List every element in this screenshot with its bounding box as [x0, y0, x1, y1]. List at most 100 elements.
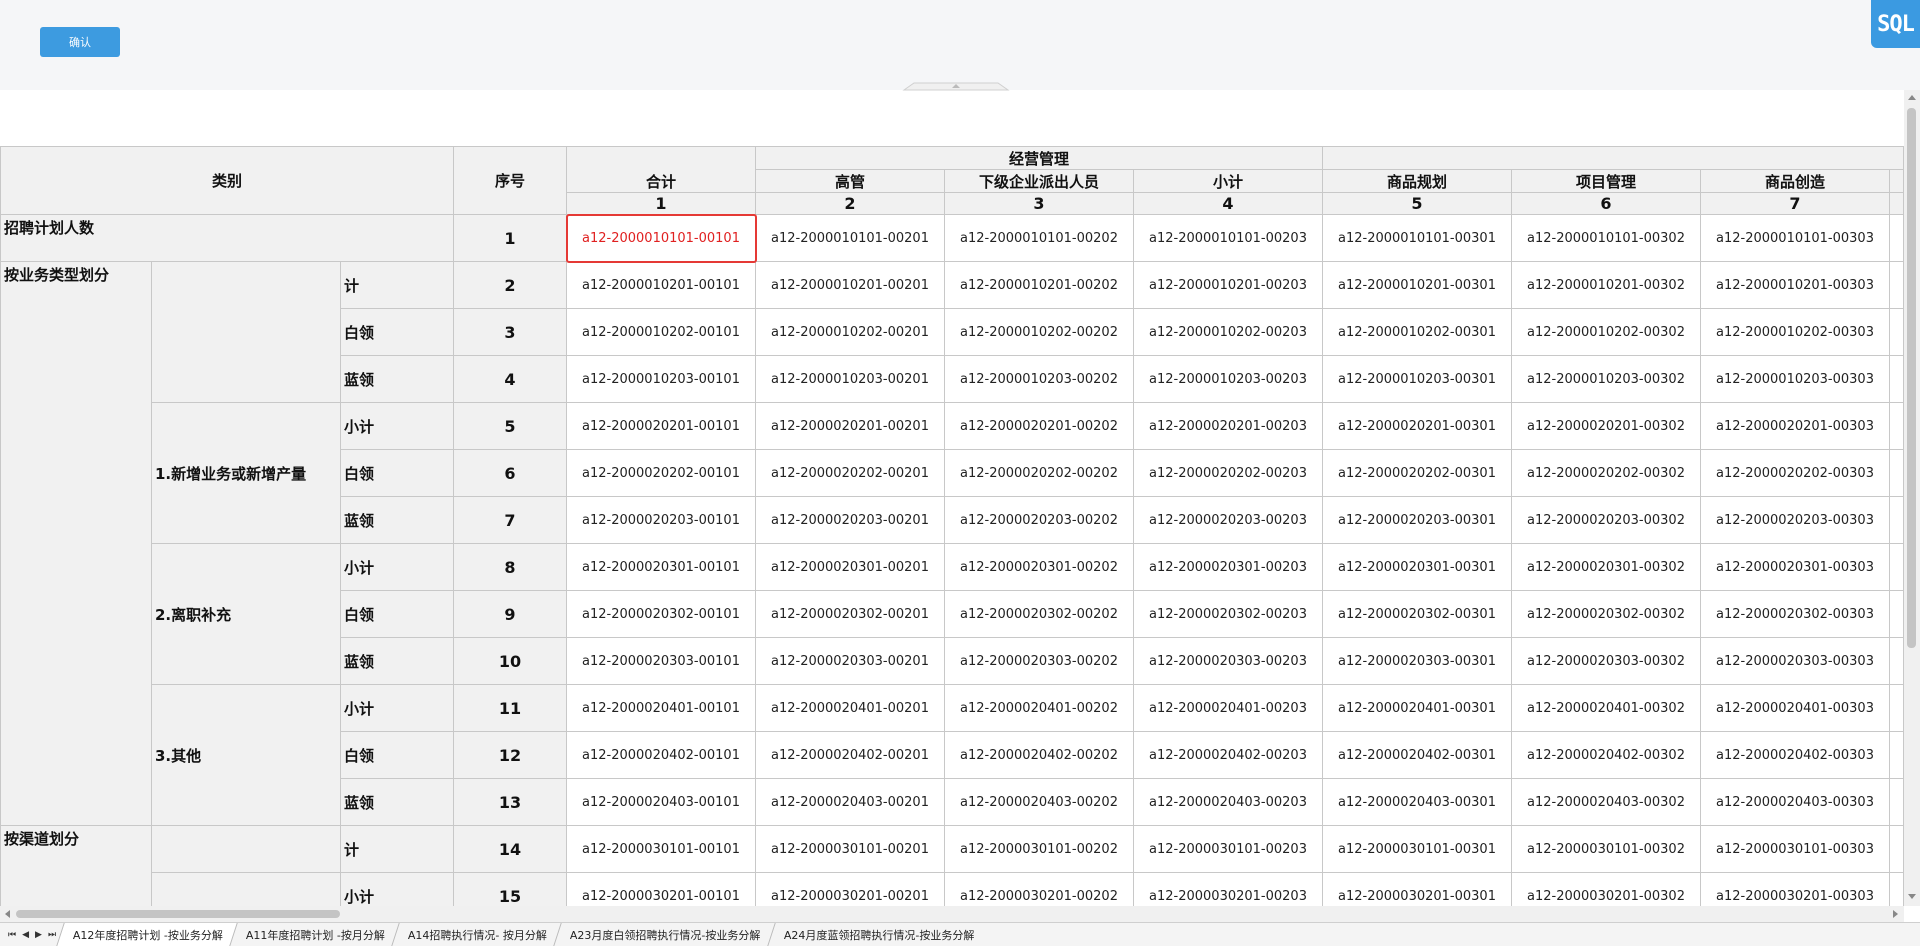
data-cell[interactable]: a12-2000030101-00301	[1322, 825, 1512, 873]
data-cell[interactable]: a12-2000020303-00202	[944, 637, 1134, 685]
data-cell[interactable]: a12-2000020201-00202	[944, 402, 1134, 450]
data-cell[interactable]: a12-2000020203-00303	[1700, 496, 1890, 544]
data-cell[interactable]: a12-2000010101-00101	[566, 214, 756, 262]
data-cell[interactable]: a12-2000030101-00302	[1511, 825, 1701, 873]
prev-sheet-icon[interactable]: ◀	[22, 930, 29, 940]
data-cell[interactable]: a12-2000030101-00303	[1700, 825, 1890, 873]
data-cell[interactable]: a12-2000020401-00202	[944, 684, 1134, 732]
data-cell[interactable]: a12-2000020302-00101	[566, 590, 756, 638]
data-cell[interactable]: a12-2000010203-00202	[944, 355, 1134, 403]
data-cell[interactable]: a12-2000020302-00301	[1322, 590, 1512, 638]
data-cell[interactable]: a12-2000020401-00203	[1133, 684, 1323, 732]
data-cell[interactable]: a12-2000020303-00101	[566, 637, 756, 685]
data-cell[interactable]: a12-2000020201-00303	[1700, 402, 1890, 450]
data-cell[interactable]: a12-2000020403-00101	[566, 778, 756, 826]
data-cell[interactable]: a12-2000020302-00202	[944, 590, 1134, 638]
data-cell[interactable]: a12-2000020301-00101	[566, 543, 756, 591]
data-cell[interactable]: a12-2000030201-00302	[1511, 872, 1701, 906]
data-cell[interactable]: a12-2000020203-00203	[1133, 496, 1323, 544]
data-cell[interactable]: a12-2000010202-00202	[944, 308, 1134, 356]
data-cell[interactable]: a12-2000020301-00302	[1511, 543, 1701, 591]
first-sheet-icon[interactable]: ⏮	[8, 930, 16, 940]
data-cell[interactable]: a12-2000010203-00201	[755, 355, 945, 403]
data-cell[interactable]: a12-2000010101-00302	[1511, 214, 1701, 262]
data-cell[interactable]: a12-2000020203-00301	[1322, 496, 1512, 544]
data-cell[interactable]: a12-2000030201-00303	[1700, 872, 1890, 906]
data-cell[interactable]: a12-2000020302-00203	[1133, 590, 1323, 638]
data-cell[interactable]: a12-2000020403-00203	[1133, 778, 1323, 826]
sheet-tab-a11[interactable]: A11年度招聘计划 -按月分解	[229, 923, 401, 946]
data-cell[interactable]: a12-2000020203-00202	[944, 496, 1134, 544]
data-cell[interactable]: a12-2000030101-00201	[755, 825, 945, 873]
horizontal-scroll-thumb[interactable]	[16, 910, 340, 918]
data-cell[interactable]: a12-2000020201-00301	[1322, 402, 1512, 450]
data-cell[interactable]: a12-2000010203-00101	[566, 355, 756, 403]
data-cell[interactable]: a12-2000030201-00203	[1133, 872, 1323, 906]
next-sheet-icon[interactable]: ▶	[35, 930, 42, 940]
data-cell[interactable]: a12-2000020403-00302	[1511, 778, 1701, 826]
data-cell[interactable]: a12-2000020202-00302	[1511, 449, 1701, 497]
data-cell[interactable]: a12-2000020403-00201	[755, 778, 945, 826]
data-cell[interactable]: a12-2000020201-00201	[755, 402, 945, 450]
data-cell[interactable]: a12-2000020402-00302	[1511, 731, 1701, 779]
data-cell[interactable]: a12-2000020401-00101	[566, 684, 756, 732]
data-cell[interactable]: a12-2000020401-00302	[1511, 684, 1701, 732]
sql-button[interactable]: SQL	[1871, 0, 1920, 48]
confirm-button[interactable]: 确认	[40, 27, 120, 57]
data-cell[interactable]: a12-2000020402-00201	[755, 731, 945, 779]
data-cell[interactable]: a12-2000010203-00203	[1133, 355, 1323, 403]
data-cell[interactable]: a12-2000030201-00301	[1322, 872, 1512, 906]
data-cell[interactable]: a12-2000020301-00301	[1322, 543, 1512, 591]
data-cell[interactable]: a12-2000020302-00302	[1511, 590, 1701, 638]
data-cell[interactable]: a12-2000010202-00203	[1133, 308, 1323, 356]
data-cell[interactable]: a12-2000010201-00301	[1322, 261, 1512, 309]
data-cell[interactable]: a12-2000020403-00202	[944, 778, 1134, 826]
data-cell[interactable]: a12-2000020303-00203	[1133, 637, 1323, 685]
last-sheet-icon[interactable]: ⏭	[48, 930, 56, 940]
data-cell[interactable]: a12-2000020303-00303	[1700, 637, 1890, 685]
data-cell[interactable]: a12-2000010203-00302	[1511, 355, 1701, 403]
data-cell[interactable]: a12-2000020201-00203	[1133, 402, 1323, 450]
data-cell[interactable]: a12-2000010201-00203	[1133, 261, 1323, 309]
data-cell[interactable]: a12-2000010202-00303	[1700, 308, 1890, 356]
data-cell[interactable]: a12-2000020301-00203	[1133, 543, 1323, 591]
sheet-tab-a24[interactable]: A24月度蓝领招聘执行情况-按业务分解	[766, 923, 990, 946]
scroll-left-icon[interactable]	[5, 910, 10, 918]
data-cell[interactable]: a12-2000010201-00202	[944, 261, 1134, 309]
data-cell[interactable]: a12-2000020401-00201	[755, 684, 945, 732]
data-cell[interactable]: a12-2000010201-00201	[755, 261, 945, 309]
data-cell[interactable]: a12-2000020202-00202	[944, 449, 1134, 497]
data-cell[interactable]: a12-2000010203-00301	[1322, 355, 1512, 403]
collapse-handle[interactable]	[900, 82, 1012, 92]
data-cell[interactable]: a12-2000010101-00301	[1322, 214, 1512, 262]
data-cell[interactable]: a12-2000010201-00101	[566, 261, 756, 309]
data-cell[interactable]: a12-2000010201-00302	[1511, 261, 1701, 309]
data-cell[interactable]: a12-2000010202-00101	[566, 308, 756, 356]
data-cell[interactable]: a12-2000020202-00303	[1700, 449, 1890, 497]
data-cell[interactable]: a12-2000020202-00101	[566, 449, 756, 497]
data-cell[interactable]: a12-2000030201-00201	[755, 872, 945, 906]
data-cell[interactable]: a12-2000020203-00302	[1511, 496, 1701, 544]
data-cell[interactable]: a12-2000020403-00303	[1700, 778, 1890, 826]
sheet-tab-a12[interactable]: A12年度招聘计划 -按业务分解	[56, 923, 239, 946]
data-cell[interactable]: a12-2000020302-00201	[755, 590, 945, 638]
data-cell[interactable]: a12-2000030201-00202	[944, 872, 1134, 906]
data-cell[interactable]: a12-2000030101-00203	[1133, 825, 1323, 873]
sheet-tab-a14[interactable]: A14招聘执行情况- 按月分解	[391, 923, 563, 946]
data-cell[interactable]: a12-2000030201-00101	[566, 872, 756, 906]
scroll-right-icon[interactable]	[1893, 910, 1898, 918]
data-cell[interactable]: a12-2000020303-00302	[1511, 637, 1701, 685]
vertical-scroll-thumb[interactable]	[1907, 108, 1916, 648]
data-cell[interactable]: a12-2000020301-00201	[755, 543, 945, 591]
data-cell[interactable]: a12-2000020402-00301	[1322, 731, 1512, 779]
data-cell[interactable]: a12-2000020402-00202	[944, 731, 1134, 779]
data-cell[interactable]: a12-2000020203-00101	[566, 496, 756, 544]
data-cell[interactable]: a12-2000020402-00203	[1133, 731, 1323, 779]
data-cell[interactable]: a12-2000010101-00201	[755, 214, 945, 262]
data-cell[interactable]: a12-2000010202-00301	[1322, 308, 1512, 356]
data-cell[interactable]: a12-2000020301-00202	[944, 543, 1134, 591]
data-cell[interactable]: a12-2000030101-00202	[944, 825, 1134, 873]
data-cell[interactable]: a12-2000010101-00202	[944, 214, 1134, 262]
data-cell[interactable]: a12-2000020203-00201	[755, 496, 945, 544]
data-cell[interactable]: a12-2000010203-00303	[1700, 355, 1890, 403]
